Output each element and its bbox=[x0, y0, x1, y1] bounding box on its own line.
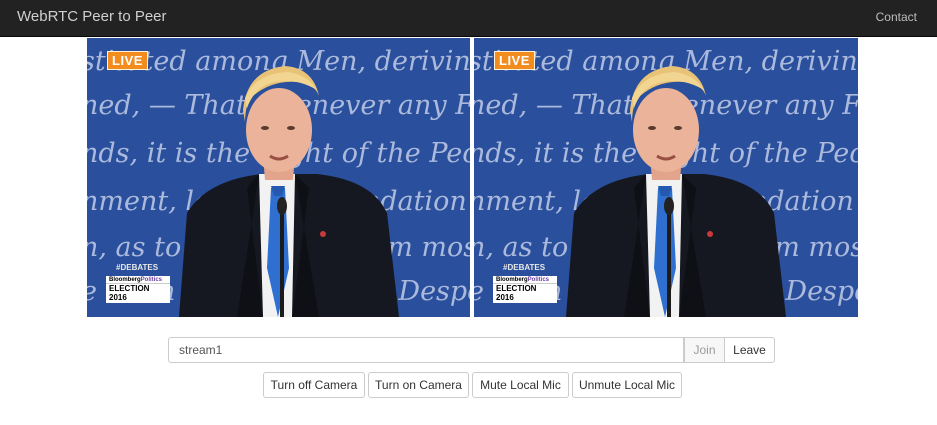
logo-bloomberg: Bloomberg bbox=[496, 277, 528, 283]
logo-politics: Politics bbox=[527, 277, 550, 283]
debates-hashtag: #DEBATES bbox=[116, 263, 159, 272]
unmute-local-mic-button[interactable]: Unmute Local Mic bbox=[572, 372, 682, 398]
live-badge: LIVE bbox=[494, 51, 535, 70]
election-label: ELECTION 2016 bbox=[106, 283, 170, 303]
election-logo: BloombergPolitics ELECTION 2016 bbox=[106, 276, 170, 303]
brand-link[interactable]: WebRTC Peer to Peer bbox=[17, 8, 167, 25]
navbar: WebRTC Peer to Peer Contact bbox=[0, 0, 937, 37]
live-badge: LIVE bbox=[107, 51, 148, 70]
remote-video: stituted among Men, deriving their j ned… bbox=[474, 38, 858, 317]
debates-hashtag: #DEBATES bbox=[503, 263, 546, 272]
election-logo: BloombergPolitics ELECTION 2016 bbox=[493, 276, 557, 303]
local-video: stituted among Men, deriving their j ned… bbox=[87, 38, 470, 317]
turn-off-camera-button[interactable]: Turn off Camera bbox=[263, 372, 365, 398]
stream-name-input[interactable] bbox=[168, 337, 684, 363]
join-button[interactable]: Join bbox=[684, 337, 725, 363]
logo-bloomberg: Bloomberg bbox=[109, 277, 141, 283]
leave-button[interactable]: Leave bbox=[724, 337, 775, 363]
contact-link[interactable]: Contact bbox=[876, 10, 917, 24]
election-label: ELECTION 2016 bbox=[493, 283, 557, 303]
logo-politics: Politics bbox=[140, 277, 163, 283]
turn-on-camera-button[interactable]: Turn on Camera bbox=[368, 372, 469, 398]
mute-local-mic-button[interactable]: Mute Local Mic bbox=[472, 372, 569, 398]
